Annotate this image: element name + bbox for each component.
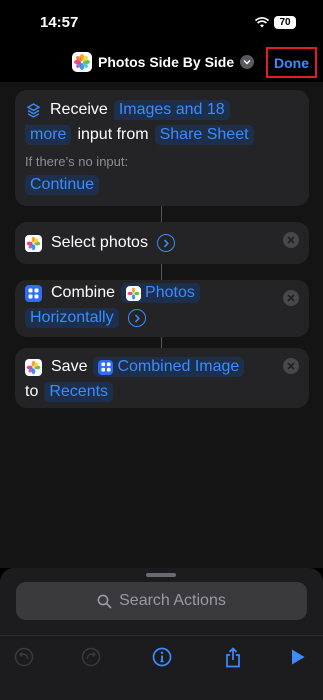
source-token[interactable]: Share Sheet <box>154 125 254 145</box>
shortcut-title-menu[interactable]: Photos Side By Side <box>72 51 255 73</box>
album-token[interactable]: Recents <box>44 382 114 402</box>
photos-variable-label: Photos <box>145 284 195 301</box>
combined-image-label: Combined Image <box>117 358 240 375</box>
wifi-icon <box>255 17 269 28</box>
sheet-grabber[interactable] <box>146 573 176 577</box>
search-actions-field[interactable]: Search Actions <box>16 582 307 620</box>
save-verb: Save <box>51 358 88 375</box>
select-photos-action-card[interactable]: Select photos ✕ <box>15 222 309 264</box>
actions-sheet: Search Actions <box>0 568 323 700</box>
combined-image-token[interactable]: Combined Image <box>93 357 245 377</box>
nav-bar: Photos Side By Side Done <box>0 44 323 82</box>
input-types-token[interactable]: Images and 18 <box>113 100 230 120</box>
receive-icon <box>25 102 42 119</box>
direction-token[interactable]: Horizontally <box>25 308 119 328</box>
connector-line <box>161 337 162 348</box>
done-button[interactable]: Done <box>266 47 317 78</box>
chevron-down-icon <box>240 55 255 69</box>
status-time: 14:57 <box>40 14 79 31</box>
no-input-action-token[interactable]: Continue <box>25 175 100 195</box>
photos-icon <box>25 234 42 252</box>
combine-verb: Combine <box>51 284 116 301</box>
redo-icon[interactable] <box>80 646 102 668</box>
play-icon[interactable] <box>287 646 309 668</box>
undo-icon[interactable] <box>13 646 35 668</box>
photos-variable-token[interactable]: Photos <box>121 283 200 303</box>
workflow-editor[interactable]: Receive Images and 18 more input from Sh… <box>0 82 323 568</box>
receive-verb: Receive <box>50 101 108 118</box>
photos-icon <box>126 285 142 301</box>
info-icon[interactable] <box>151 646 173 668</box>
save-to-label: to <box>25 383 39 400</box>
receive-action-card[interactable]: Receive Images and 18 more input from Sh… <box>15 90 309 206</box>
connector-line <box>161 264 162 280</box>
close-icon[interactable]: ✕ <box>283 358 299 374</box>
no-input-label: If there’s no input: <box>25 153 129 169</box>
expand-icon[interactable] <box>127 309 146 327</box>
search-icon <box>97 594 112 608</box>
search-placeholder: Search Actions <box>119 592 226 609</box>
share-icon[interactable] <box>222 646 244 668</box>
close-icon[interactable]: ✕ <box>283 232 299 248</box>
battery-icon: 70 <box>274 16 296 29</box>
combine-icon <box>98 359 114 375</box>
expand-icon[interactable] <box>156 234 175 252</box>
status-bar: 14:57 70 <box>0 0 323 44</box>
select-photos-label: Select photos <box>51 234 148 251</box>
photos-icon <box>25 358 42 376</box>
editor-toolbar <box>0 635 323 687</box>
combine-icon <box>25 284 42 302</box>
save-action-card[interactable]: Save Combined Image to Recents ✕ <box>15 348 309 408</box>
input-types-token-continued[interactable]: more <box>25 125 72 145</box>
close-icon[interactable]: ✕ <box>283 290 299 306</box>
combine-action-card[interactable]: Combine Photos Horizontally ✕ <box>15 280 309 337</box>
photos-icon <box>72 52 92 72</box>
receive-input-from: input from <box>77 126 149 143</box>
connector-line <box>161 206 162 222</box>
page-title: Photos Side By Side <box>98 54 235 70</box>
